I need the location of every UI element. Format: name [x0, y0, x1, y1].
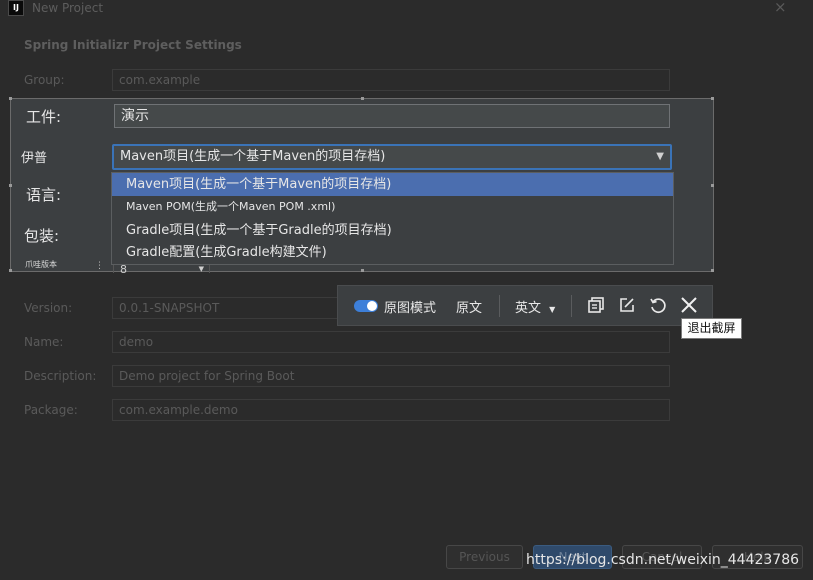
resize-handle[interactable]	[9, 97, 12, 100]
artifact-field[interactable]: 演示	[114, 104, 670, 128]
chevron-down-icon: ▼	[656, 151, 664, 162]
dropdown-option-gradle-config[interactable]: Gradle配置(生成Gradle构建文件)	[112, 242, 673, 264]
description-label: Description:	[24, 369, 97, 383]
description-field[interactable]: Demo project for Spring Boot	[112, 365, 670, 387]
name-field[interactable]: demo	[112, 331, 670, 353]
resize-handle[interactable]	[361, 97, 364, 100]
title-bar: IJ New Project ×	[0, 0, 813, 18]
window-title: New Project	[32, 1, 104, 15]
translation-overlay-panel: 工件: 演示 伊普 Maven项目(生成一个基于Maven的项目存档) ▼ 语言…	[9, 97, 714, 273]
copy-icon[interactable]	[586, 295, 606, 315]
resize-handle[interactable]	[9, 269, 12, 272]
language-select[interactable]: 英文 ▼	[515, 297, 555, 316]
original-mode-label[interactable]: 原图模式	[384, 297, 436, 316]
packaging-label: 包装:	[24, 227, 60, 245]
original-text-button[interactable]: 原文	[456, 297, 482, 316]
resize-handle[interactable]	[711, 97, 714, 100]
artifact-label: 工件:	[26, 108, 62, 126]
version-label: Version:	[24, 301, 73, 315]
refresh-icon[interactable]	[648, 295, 668, 315]
dropdown-option-maven-project[interactable]: Maven项目(生成一个基于Maven的项目存档)	[112, 173, 673, 196]
caret-down-icon: ▼	[549, 305, 556, 314]
dropdown-option-maven-pom[interactable]: Maven POM(生成一个Maven POM .xml)	[112, 197, 673, 217]
watermark-text: https://blog.csdn.net/weixin_44423786	[526, 552, 800, 568]
original-mode-toggle[interactable]	[354, 300, 378, 312]
previous-button[interactable]: Previous	[446, 545, 523, 569]
type-dropdown-list: Maven项目(生成一个基于Maven的项目存档) Maven POM(生成一个…	[111, 172, 674, 265]
intellij-app-icon: IJ	[8, 0, 24, 16]
section-title: Spring Initializr Project Settings	[24, 38, 242, 52]
resize-handle[interactable]	[711, 269, 714, 272]
toggle-knob	[367, 301, 377, 311]
group-field[interactable]: com.example	[112, 69, 670, 91]
resize-handle[interactable]	[361, 269, 364, 272]
java-version-value: 8	[120, 263, 127, 273]
chevron-down-icon: ▼	[198, 265, 204, 273]
toolbar-divider	[499, 295, 500, 317]
translation-toolbar: 原图模式 原文 英文 ▼	[337, 285, 713, 326]
name-label: Name:	[24, 335, 64, 349]
type-select[interactable]: Maven项目(生成一个基于Maven的项目存档) ▼	[112, 144, 672, 170]
resize-handle[interactable]	[9, 184, 12, 187]
close-icon[interactable]	[679, 295, 699, 315]
window-close-icon[interactable]: ×	[774, 0, 787, 16]
toolbar-divider	[571, 295, 572, 317]
group-label: Group:	[24, 73, 65, 87]
language-select-value: 英文	[515, 301, 542, 316]
package-label: Package:	[24, 403, 78, 417]
type-label: 伊普	[21, 151, 48, 166]
dropdown-option-gradle-project[interactable]: Gradle项目(生成一个基于Gradle的项目存档)	[112, 220, 673, 242]
language-label: 语言:	[26, 186, 62, 204]
java-version-label: 爪哇版本	[25, 260, 57, 269]
package-field[interactable]: com.example.demo	[112, 399, 670, 421]
exit-screenshot-tooltip: 退出截屏	[681, 318, 742, 339]
type-select-value: Maven项目(生成一个基于Maven的项目存档)	[120, 149, 386, 164]
edit-icon[interactable]	[617, 295, 637, 315]
resize-handle[interactable]	[711, 184, 714, 187]
java-version-divider: ⋮	[95, 261, 104, 271]
